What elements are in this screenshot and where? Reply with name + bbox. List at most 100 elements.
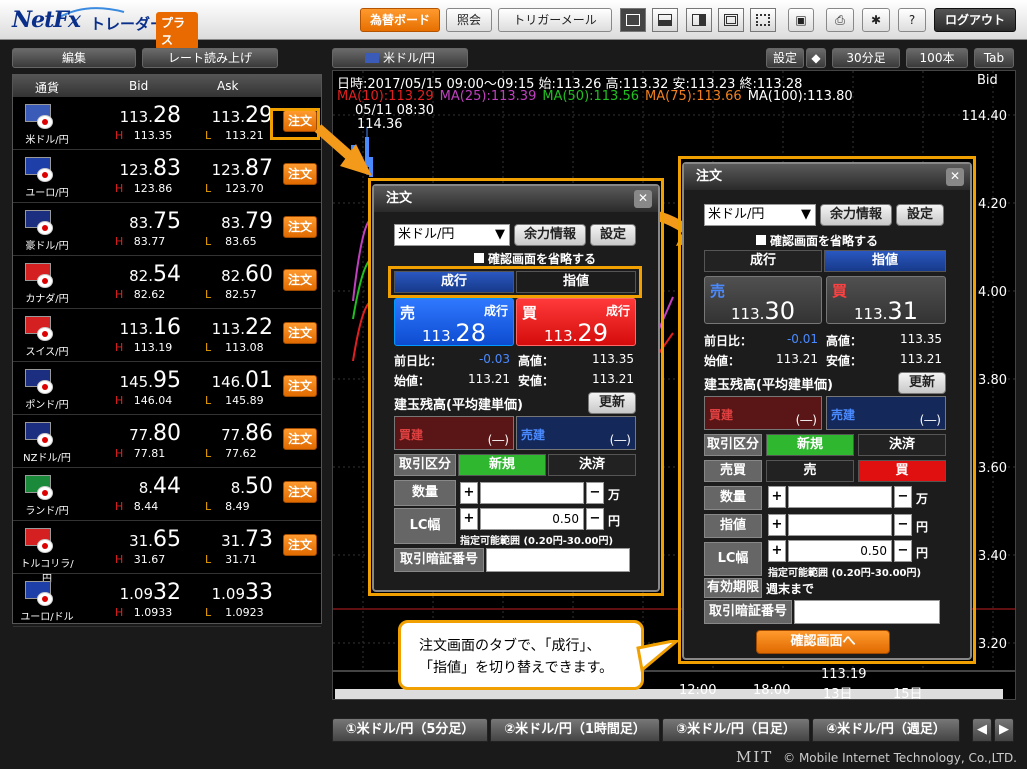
open-label: 始値： — [394, 374, 431, 388]
sell-price-pips: 30 — [764, 297, 795, 325]
lc-label: LC幅 — [704, 542, 762, 576]
sell-position-box: 買建 (―) — [394, 416, 514, 450]
low-value: 113.21 — [592, 372, 634, 386]
limit-plus-button[interactable]: + — [768, 514, 786, 536]
buy-position-box: 売建 (―) — [826, 396, 946, 430]
tab-market[interactable]: 成行 — [704, 250, 822, 272]
kind-label: 取引区分 — [394, 454, 456, 476]
pair-select[interactable]: 米ドル/円 ▼ — [704, 204, 816, 226]
qty-plus-button[interactable]: + — [460, 482, 478, 504]
open-label: 始値： — [704, 354, 741, 368]
high-value: 113.35 — [592, 352, 634, 366]
close-icon: ✕ — [637, 191, 649, 205]
limit-label: 指値 — [704, 514, 762, 538]
high-label: 高値： — [518, 354, 555, 368]
prev-label: 前日比： — [704, 334, 753, 348]
sell-price: 113.28 — [395, 319, 513, 347]
buy-price-button[interactable]: 買 成行 113.29 — [516, 298, 636, 347]
new-order-button[interactable]: 新規 — [766, 434, 854, 456]
low-label: 安値： — [518, 374, 555, 388]
qty-input[interactable] — [480, 482, 584, 504]
buy-position-value: (―) — [609, 433, 631, 447]
confirm-button[interactable]: 確認画面へ — [756, 630, 890, 654]
qty-label: 数量 — [394, 480, 456, 506]
dialog-title: 注文 ✕ — [374, 186, 658, 212]
pair-select-value: 米ドル/円 — [708, 207, 765, 222]
lc-unit: 円 — [608, 514, 621, 528]
buy-price: 113.29 — [517, 319, 635, 347]
sell-type: 成行 — [483, 304, 508, 318]
checkbox-icon — [474, 253, 484, 263]
skip-confirm-label: 確認画面を省略する — [770, 234, 879, 248]
skip-confirm-checkbox[interactable]: 確認画面を省略する — [756, 232, 878, 249]
sell-price-button[interactable]: 売 成行 113.28 — [394, 298, 514, 347]
dialog-title: 注文 ✕ — [684, 164, 970, 190]
buy-price-int: 113. — [854, 305, 888, 323]
sell-position-label: 買建 — [399, 428, 424, 442]
qty-plus-button[interactable]: + — [768, 486, 786, 508]
buy-position-label: 売建 — [521, 428, 546, 442]
sell-price-pips: 28 — [455, 319, 486, 347]
refresh-button[interactable]: 更新 — [588, 392, 636, 414]
pin-label: 取引暗証番号 — [704, 600, 792, 624]
pin-label: 取引暗証番号 — [394, 548, 484, 572]
low-value: 113.21 — [900, 352, 942, 366]
qty-unit: 万 — [916, 492, 929, 506]
lc-plus-button[interactable]: + — [460, 508, 478, 530]
new-order-button[interactable]: 新規 — [458, 454, 546, 476]
tab-limit[interactable]: 指値 — [516, 271, 636, 293]
chevron-down-icon: ▼ — [495, 227, 505, 242]
side-sell-button[interactable]: 売 — [766, 460, 854, 482]
buy-position-label: 売建 — [831, 408, 856, 422]
refresh-button[interactable]: 更新 — [898, 372, 946, 394]
pair-select-value: 米ドル/円 — [398, 227, 455, 242]
tab-market[interactable]: 成行 — [394, 271, 514, 293]
margin-info-button[interactable]: 余力情報 — [514, 224, 586, 246]
close-button[interactable]: ✕ — [946, 168, 964, 186]
pin-input[interactable] — [794, 600, 940, 624]
callout-line-1: 注文画面のタブで、「成行」、 — [419, 638, 601, 654]
tab-limit[interactable]: 指値 — [824, 250, 946, 272]
lc-plus-button[interactable]: + — [768, 540, 786, 562]
pair-select[interactable]: 米ドル/円 ▼ — [394, 224, 510, 246]
qty-label: 数量 — [704, 486, 762, 510]
qty-minus-button[interactable]: − — [586, 482, 604, 504]
close-button[interactable]: ✕ — [634, 190, 652, 208]
expiry-value: 週末まで — [766, 582, 815, 596]
order-dialog-market: 注文 ✕ 米ドル/円 ▼ 余力情報 設定 確認画面を省略する 成行 指値 売 成行 … — [372, 184, 660, 592]
settle-button[interactable]: 決済 — [858, 434, 946, 456]
lc-input[interactable]: 0.50 — [480, 508, 584, 530]
sell-price-button[interactable]: 売 113.30 — [704, 276, 822, 325]
lc-minus-button[interactable]: − — [894, 540, 912, 562]
prev-value: -0.03 — [478, 352, 510, 366]
side-buy-button[interactable]: 買 — [858, 460, 946, 482]
dialog-settings-button[interactable]: 設定 — [590, 224, 636, 246]
skip-confirm-checkbox[interactable]: 確認画面を省略する — [474, 250, 596, 267]
settle-button[interactable]: 決済 — [548, 454, 636, 476]
checkbox-icon — [756, 235, 766, 245]
dialog-title-text: 注文 — [696, 169, 723, 184]
qty-minus-button[interactable]: − — [894, 486, 912, 508]
close-icon: ✕ — [949, 169, 961, 183]
sell-price-int: 113. — [731, 305, 765, 323]
lc-unit: 円 — [916, 546, 929, 560]
skip-confirm-label: 確認画面を省略する — [488, 252, 597, 266]
lc-range: 指定可能範囲 (0.20円-30.00円) — [768, 568, 922, 579]
buy-price-button[interactable]: 買 113.31 — [826, 276, 946, 325]
position-label: 建玉残高(平均建単価) — [394, 398, 523, 413]
chevron-down-icon: ▼ — [801, 207, 811, 222]
kind-label: 取引区分 — [704, 434, 762, 456]
lc-minus-button[interactable]: − — [586, 508, 604, 530]
dialog-settings-button[interactable]: 設定 — [896, 204, 944, 226]
sell-position-value: (―) — [795, 413, 817, 427]
limit-input[interactable] — [788, 514, 892, 536]
qty-input[interactable] — [788, 486, 892, 508]
margin-info-button[interactable]: 余力情報 — [820, 204, 892, 226]
sell-position-value: (―) — [487, 433, 509, 447]
buy-price-int: 113. — [544, 327, 578, 345]
sell-position-box: 買建 (―) — [704, 396, 822, 430]
limit-minus-button[interactable]: − — [894, 514, 912, 536]
pin-input[interactable] — [486, 548, 630, 572]
buy-position-box: 売建 (―) — [516, 416, 636, 450]
lc-input[interactable]: 0.50 — [788, 540, 892, 562]
